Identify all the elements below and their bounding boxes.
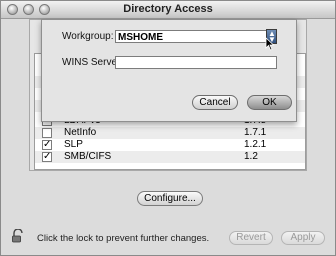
service-name: SMB/CIFS xyxy=(64,151,112,162)
wins-server-field[interactable] xyxy=(115,56,277,69)
list-item-slp[interactable]: ✓ SLP 1.2.1 xyxy=(35,139,305,151)
service-version: 1.2 xyxy=(244,151,258,162)
title-bar: Directory Access xyxy=(1,1,335,19)
smb-cifs-checkbox[interactable]: ✓ xyxy=(42,152,52,162)
service-name: SLP xyxy=(64,139,83,150)
ok-button[interactable]: OK xyxy=(247,95,292,110)
smb-config-sheet: Workgroup: MSHOME ▲ ▼ WINS Server: Cancel… xyxy=(41,19,297,122)
list-item-smb-cifs[interactable]: ✓ SMB/CIFS 1.2 xyxy=(35,151,305,163)
lock-message: Click the lock to prevent further change… xyxy=(37,233,210,244)
directory-access-window: Directory Access ✓ LDAPv3 1.7.5 NetInfo … xyxy=(0,0,336,256)
cancel-button[interactable]: Cancel xyxy=(192,95,238,110)
slp-checkbox[interactable]: ✓ xyxy=(42,140,52,150)
revert-button[interactable]: Revert xyxy=(229,231,273,245)
workgroup-label: Workgroup: xyxy=(62,31,114,42)
mouse-pointer-icon xyxy=(265,37,275,51)
service-version: 1.7.1 xyxy=(244,127,267,138)
workgroup-combobox[interactable]: MSHOME xyxy=(115,30,272,43)
wins-server-label: WINS Server: xyxy=(62,57,124,68)
service-version: 1.2.1 xyxy=(244,139,267,150)
list-item-netinfo[interactable]: NetInfo 1.7.1 xyxy=(35,127,305,139)
netinfo-checkbox[interactable] xyxy=(42,128,52,138)
window-title: Directory Access xyxy=(123,3,213,15)
apply-button[interactable]: Apply xyxy=(281,231,325,245)
service-name: NetInfo xyxy=(64,127,97,138)
configure-button[interactable]: Configure... xyxy=(137,191,203,206)
lock-icon[interactable] xyxy=(11,229,25,243)
